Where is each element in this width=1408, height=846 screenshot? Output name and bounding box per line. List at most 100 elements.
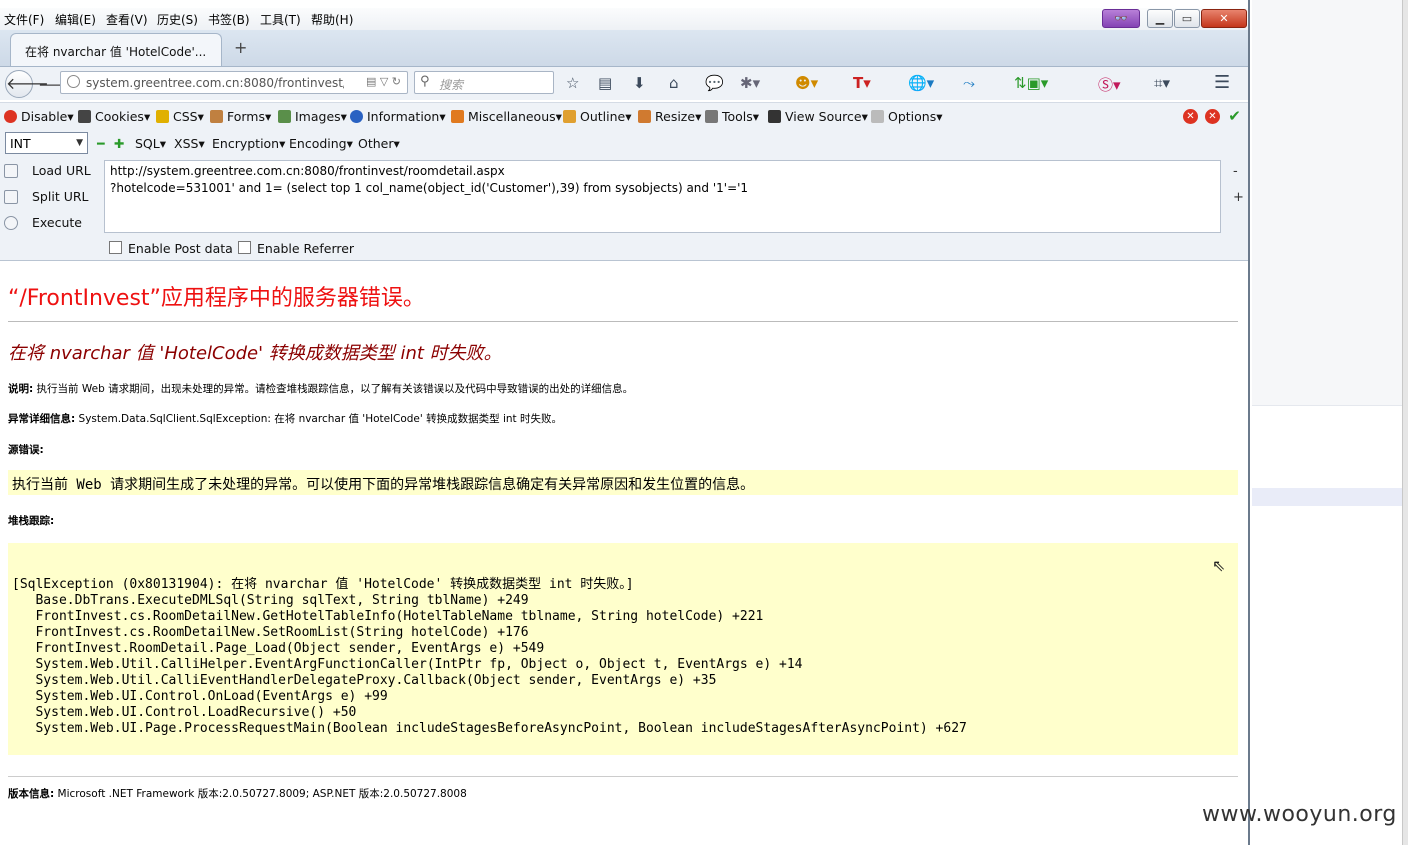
encryption-menu[interactable]: Encryption▾ bbox=[212, 136, 285, 151]
mask-icon[interactable]: 👓 bbox=[1102, 9, 1140, 28]
cookies-label: Cookies bbox=[95, 109, 144, 124]
chat-icon[interactable]: 💬 bbox=[705, 74, 724, 92]
menu-edit[interactable]: 编辑(E) bbox=[55, 11, 96, 28]
outline-icon bbox=[563, 110, 576, 123]
xss-menu[interactable]: XSS▾ bbox=[174, 136, 205, 151]
description: 说明: 执行当前 Web 请求期间，出现未处理的异常。请检查堆栈跟踪信息，以了解… bbox=[8, 381, 633, 396]
images-menu[interactable]: Images▾ bbox=[278, 109, 347, 124]
resize-icon bbox=[638, 110, 651, 123]
version-info: 版本信息: Microsoft .NET Framework 版本:2.0.50… bbox=[8, 786, 467, 801]
tab-current[interactable]: 在将 nvarchar 值 'HotelCode'... bbox=[10, 33, 222, 66]
menu-bookmarks[interactable]: 书签(B) bbox=[208, 11, 250, 28]
minus-icon[interactable]: ━ bbox=[97, 136, 105, 151]
reader-dropdown-reload-icons[interactable]: ▤ ▽ ↻ bbox=[366, 75, 401, 88]
enable-post-checkbox[interactable]: Enable Post data bbox=[109, 241, 233, 256]
sql-menu[interactable]: SQL▾ bbox=[135, 136, 166, 151]
background-scrollbar[interactable] bbox=[1402, 0, 1408, 845]
load-url-button[interactable]: Load URL bbox=[4, 163, 91, 178]
tools-menu[interactable]: Tools▾ bbox=[705, 109, 759, 124]
background-window-pane bbox=[1252, 405, 1408, 846]
text-tool-icon[interactable]: T▾ bbox=[853, 74, 871, 92]
encoding-select[interactable]: INT ▼ bbox=[5, 132, 88, 154]
css-label: CSS bbox=[173, 109, 198, 124]
tab-bar: 在将 nvarchar 值 'HotelCode'... + bbox=[0, 30, 1248, 67]
stack-trace-box: [SqlException (0x80131904): 在将 nvarchar … bbox=[8, 543, 1238, 755]
bookmark-star-icon[interactable]: ☆ bbox=[566, 74, 579, 92]
information-menu[interactable]: Information▾ bbox=[350, 109, 446, 124]
close-icon[interactable]: ✕ bbox=[1201, 9, 1247, 28]
checkbox-icon bbox=[109, 241, 122, 254]
error-icon[interactable]: ✕ bbox=[1183, 109, 1198, 124]
search-placeholder: 搜索 bbox=[439, 78, 464, 92]
url-bar[interactable]: system.greentree.com.cn:8080/frontinvest… bbox=[60, 71, 408, 94]
search-icon: ⚲ bbox=[420, 74, 430, 89]
stack-trace-heading: 堆栈跟踪: bbox=[8, 513, 54, 528]
url-textarea[interactable]: http://system.greentree.com.cn:8080/fron… bbox=[104, 160, 1221, 233]
hackbar-panel: INT ▼ ━ ✚ SQL▾ XSS▾ Encryption▾ Encoding… bbox=[0, 130, 1248, 261]
encoding-menu[interactable]: Encoding▾ bbox=[289, 136, 353, 151]
menu-help[interactable]: 帮助(H) bbox=[311, 11, 353, 28]
exception-label: 异常详细信息: bbox=[8, 413, 76, 425]
exception-text: System.Data.SqlClient.SqlException: 在将 n… bbox=[78, 413, 562, 425]
xss-label: XSS bbox=[174, 136, 199, 151]
url-line-1: http://system.greentree.com.cn:8080/fron… bbox=[110, 164, 505, 178]
download-icon[interactable]: ⬇ bbox=[633, 74, 646, 92]
maximize-icon[interactable]: ▭ bbox=[1174, 9, 1200, 28]
options-menu[interactable]: Options▾ bbox=[871, 109, 943, 124]
shrink-button[interactable]: - bbox=[1233, 164, 1238, 179]
menu-view[interactable]: 查看(V) bbox=[106, 11, 148, 28]
bookmarks-list-icon[interactable]: ▤ bbox=[598, 74, 612, 92]
divider bbox=[8, 321, 1238, 322]
options-icon bbox=[871, 110, 884, 123]
valid-check-icon[interactable]: ✔ bbox=[1227, 109, 1242, 124]
hamburger-menu-icon[interactable]: ☰ bbox=[1214, 72, 1230, 93]
enable-referrer-checkbox[interactable]: Enable Referrer bbox=[238, 241, 354, 256]
split-url-label: Split URL bbox=[32, 189, 89, 204]
greasemonkey-icon[interactable]: ☻▾ bbox=[795, 74, 818, 92]
minimize-icon[interactable]: ▁ bbox=[1147, 9, 1173, 28]
url-text[interactable]: system.greentree.com.cn:8080/frontinvest… bbox=[86, 76, 344, 90]
site-info-icon[interactable] bbox=[67, 75, 80, 88]
page-title: “/FrontInvest”应用程序中的服务器错误。 bbox=[8, 286, 425, 311]
images-icon bbox=[278, 110, 291, 123]
navigation-bar: 🡐 🡒 system.greentree.com.cn:8080/frontin… bbox=[0, 67, 1248, 100]
back-button[interactable]: 🡐 bbox=[5, 70, 49, 98]
globe-icon[interactable]: 🌐▾ bbox=[908, 74, 934, 92]
split-url-button[interactable]: Split URL bbox=[4, 189, 89, 204]
version-text: Microsoft .NET Framework 版本:2.0.50727.80… bbox=[57, 788, 467, 800]
outline-menu[interactable]: Outline▾ bbox=[563, 109, 632, 124]
css-menu[interactable]: CSS▾ bbox=[156, 109, 204, 124]
menu-file[interactable]: 文件(F) bbox=[4, 11, 44, 28]
plus-icon[interactable]: ✚ bbox=[114, 136, 124, 151]
other-menu[interactable]: Other▾ bbox=[358, 136, 400, 151]
miscellaneous-menu[interactable]: Miscellaneous▾ bbox=[451, 109, 562, 124]
execute-button[interactable]: Execute bbox=[4, 215, 82, 230]
view-source-menu[interactable]: View Source▾ bbox=[768, 109, 868, 124]
home-icon[interactable]: ⌂ bbox=[669, 74, 679, 92]
disable-label: Disable bbox=[21, 109, 68, 124]
resize-menu[interactable]: Resize▾ bbox=[638, 109, 701, 124]
source-error-box: 执行当前 Web 请求期间生成了未处理的异常。可以使用下面的异常堆栈跟踪信息确定… bbox=[8, 470, 1238, 495]
crop-addon-icon[interactable]: ⌗▾ bbox=[1154, 74, 1170, 92]
url-line-2: ?hotelcode=531001' and 1= (select top 1 … bbox=[110, 181, 749, 195]
information-icon bbox=[350, 110, 363, 123]
menu-history[interactable]: 历史(S) bbox=[157, 11, 198, 28]
sync-addon-icon[interactable]: ⇅▣▾ bbox=[1014, 74, 1048, 92]
browser-window: 文件(F) 编辑(E) 查看(V) 历史(S) 书签(B) 工具(T) 帮助(H… bbox=[0, 0, 1250, 845]
view-source-icon bbox=[768, 110, 781, 123]
cookies-menu[interactable]: Cookies▾ bbox=[78, 109, 150, 124]
warning-close-icon[interactable]: ✕ bbox=[1205, 109, 1220, 124]
outline-label: Outline bbox=[580, 109, 626, 124]
new-tab-button[interactable]: + bbox=[234, 38, 247, 57]
page-content: “/FrontInvest”应用程序中的服务器错误。 在将 nvarchar 值… bbox=[0, 261, 1248, 845]
chart-addon-icon[interactable]: ⤳ bbox=[963, 74, 975, 92]
forms-menu[interactable]: Forms▾ bbox=[210, 109, 271, 124]
search-bar[interactable]: ⚲ 搜索 bbox=[414, 71, 554, 94]
execute-label: Execute bbox=[32, 215, 82, 230]
bug-icon[interactable]: ✱▾ bbox=[740, 74, 760, 92]
disable-menu[interactable]: Disable▾ bbox=[4, 109, 74, 124]
options-label: Options bbox=[888, 109, 937, 124]
grow-button[interactable]: + bbox=[1233, 190, 1244, 205]
menu-tools[interactable]: 工具(T) bbox=[260, 11, 301, 28]
s-addon-icon[interactable]: Ⓢ▾ bbox=[1098, 74, 1121, 95]
